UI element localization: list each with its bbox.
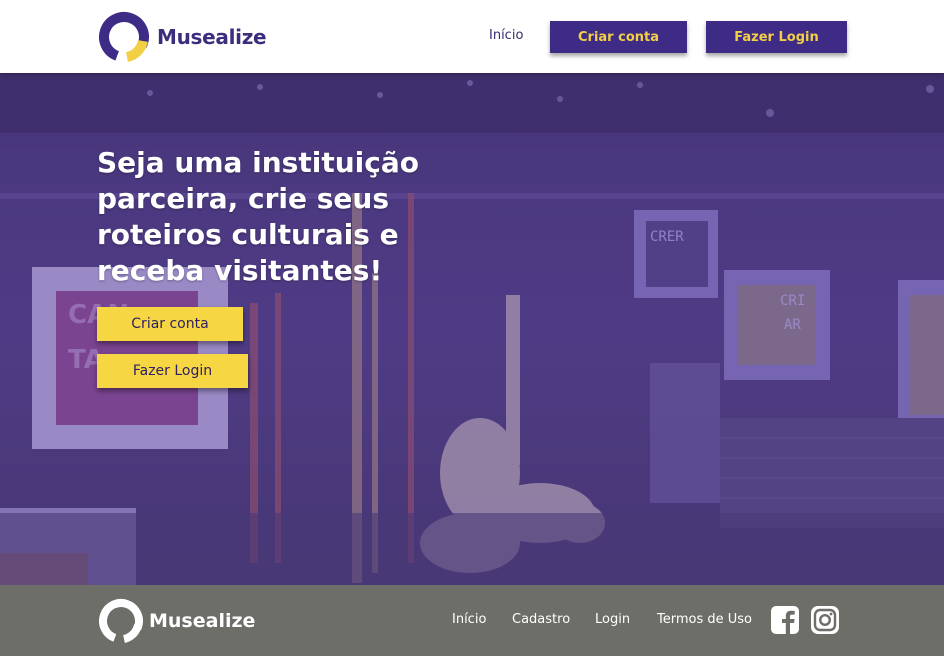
- hero-headline: Seja uma instituição parceira, crie seus…: [97, 146, 419, 287]
- footer-link-cadastro[interactable]: Cadastro: [512, 612, 570, 627]
- footer-musealize-logo-icon: [99, 599, 143, 643]
- hero-create-account-button[interactable]: Criar conta: [97, 307, 243, 341]
- brand-name: Musealize: [157, 25, 267, 49]
- nav-home-link[interactable]: Início: [489, 28, 523, 43]
- header-login-button[interactable]: Fazer Login: [706, 21, 847, 53]
- header-create-account-button[interactable]: Criar conta: [550, 21, 687, 53]
- footer-brand-name: Musealize: [149, 610, 256, 632]
- footer-link-termos[interactable]: Termos de Uso: [657, 612, 752, 627]
- site-footer: Musealize Início Cadastro Login Termos d…: [0, 585, 944, 656]
- hero-login-button[interactable]: Fazer Login: [97, 354, 248, 388]
- hero-section: CAN TA CRER CRI AR: [0, 73, 944, 585]
- musealize-logo-icon: [99, 12, 149, 62]
- footer-link-inicio[interactable]: Início: [452, 612, 486, 627]
- footer-brand-logo[interactable]: Musealize: [97, 597, 255, 645]
- footer-link-login[interactable]: Login: [595, 612, 630, 627]
- site-header: Musealize Início Criar conta Fazer Login: [0, 0, 944, 73]
- instagram-icon[interactable]: [810, 605, 840, 635]
- brand-logo[interactable]: Musealize: [97, 10, 267, 64]
- facebook-icon[interactable]: [770, 605, 800, 635]
